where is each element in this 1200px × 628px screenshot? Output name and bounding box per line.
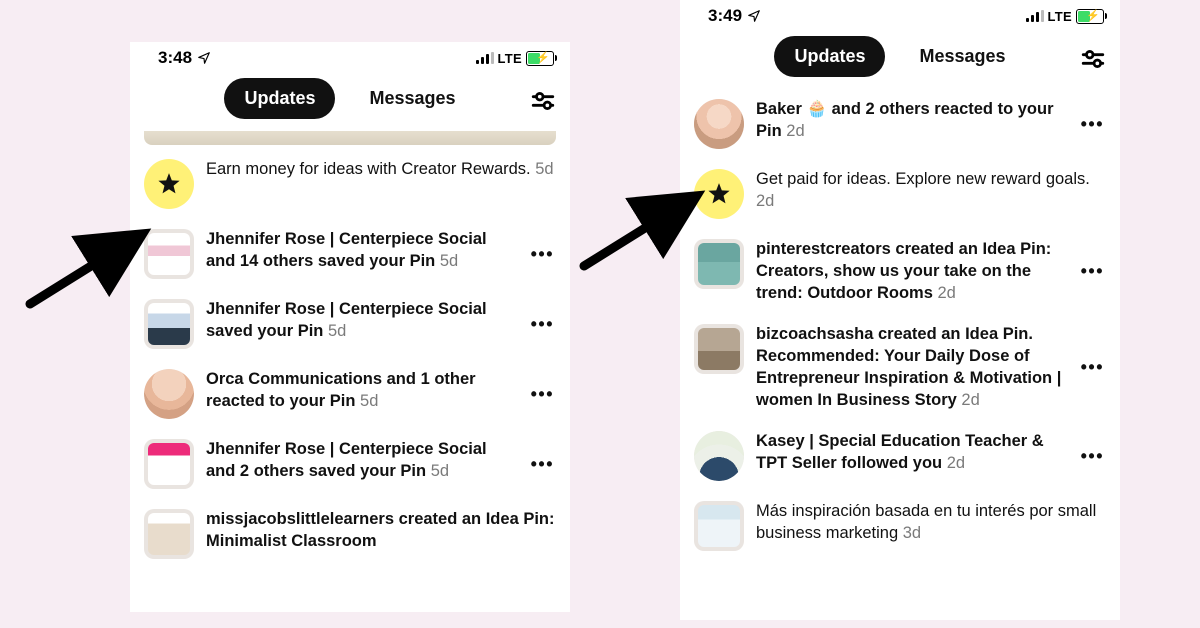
notification-row[interactable]: missjacobslittlelearners created an Idea… xyxy=(130,499,570,569)
filter-icon[interactable] xyxy=(530,88,556,114)
timestamp: 2d xyxy=(786,122,804,140)
notification-list: Baker 🧁 and 2 others reacted to your Pin… xyxy=(680,89,1120,565)
location-icon xyxy=(197,51,211,65)
pin-thumb xyxy=(694,501,744,551)
notification-text: missjacobslittlelearners created an Idea… xyxy=(206,509,556,553)
previous-item-peek xyxy=(144,131,556,145)
notification-text: Baker 🧁 and 2 others reacted to your Pin… xyxy=(756,99,1067,143)
tab-messages[interactable]: Messages xyxy=(349,78,475,119)
clock: 3:48 xyxy=(158,48,192,68)
notification-row[interactable]: Get paid for ideas. Explore new reward g… xyxy=(680,159,1120,229)
star-icon xyxy=(144,159,194,209)
notification-text: bizcoachsasha created an Idea Pin. Recom… xyxy=(756,324,1067,411)
signal-icon xyxy=(476,52,494,64)
notification-row[interactable]: Jhennifer Rose | Centerpiece Social save… xyxy=(130,289,570,359)
notification-row[interactable]: Más inspiración basada en tu interés por… xyxy=(680,491,1120,561)
notification-row[interactable]: Baker 🧁 and 2 others reacted to your Pin… xyxy=(680,89,1120,159)
pin-thumb xyxy=(144,439,194,489)
pin-thumb xyxy=(694,239,744,289)
phone-right: 3:49 LTE ⚡ Updates Messages Baker 🧁 and … xyxy=(680,0,1120,620)
notification-text: Más inspiración basada en tu interés por… xyxy=(756,501,1106,545)
status-bar: 3:49 LTE ⚡ xyxy=(680,0,1120,28)
timestamp: 2d xyxy=(756,192,774,210)
notification-text: Get paid for ideas. Explore new reward g… xyxy=(756,169,1106,213)
timestamp: 5d xyxy=(360,392,378,410)
timestamp: 5d xyxy=(535,160,553,178)
tab-bar: Updates Messages xyxy=(680,28,1120,89)
notification-text: Jhennifer Rose | Centerpiece Social and … xyxy=(206,439,517,483)
location-icon xyxy=(747,9,761,23)
timestamp: 2d xyxy=(947,454,965,472)
notification-row[interactable]: bizcoachsasha created an Idea Pin. Recom… xyxy=(680,314,1120,421)
filter-icon[interactable] xyxy=(1080,46,1106,72)
notification-text: Jhennifer Rose | Centerpiece Social and … xyxy=(206,229,517,273)
signal-icon xyxy=(1026,10,1044,22)
timestamp: 2d xyxy=(938,284,956,302)
avatar-thumb xyxy=(144,369,194,419)
notification-text: Earn money for ideas with Creator Reward… xyxy=(206,159,556,181)
pin-thumb xyxy=(144,509,194,559)
phone-left: 3:48 LTE ⚡ Updates Messages Earn money f… xyxy=(130,42,570,612)
timestamp: 2d xyxy=(961,391,979,409)
star-icon xyxy=(694,169,744,219)
tab-updates[interactable]: Updates xyxy=(224,78,335,119)
timestamp: 5d xyxy=(431,462,449,480)
more-button[interactable]: ••• xyxy=(1079,114,1106,135)
timestamp: 5d xyxy=(440,252,458,270)
notification-row[interactable]: Jhennifer Rose | Centerpiece Social and … xyxy=(130,219,570,289)
pin-thumb xyxy=(144,229,194,279)
notification-text: Jhennifer Rose | Centerpiece Social save… xyxy=(206,299,517,343)
notification-row[interactable]: Kasey | Special Education Teacher & TPT … xyxy=(680,421,1120,491)
avatar-thumb xyxy=(694,431,744,481)
more-button[interactable]: ••• xyxy=(1079,357,1106,378)
pin-thumb xyxy=(144,299,194,349)
notification-row[interactable]: Jhennifer Rose | Centerpiece Social and … xyxy=(130,429,570,499)
tab-updates[interactable]: Updates xyxy=(774,36,885,77)
timestamp: 3d xyxy=(903,524,921,542)
clock: 3:49 xyxy=(708,6,742,26)
pin-thumb xyxy=(694,324,744,374)
more-button[interactable]: ••• xyxy=(529,314,556,335)
more-button[interactable]: ••• xyxy=(1079,446,1106,467)
notification-row[interactable]: pinterestcreators created an Idea Pin: C… xyxy=(680,229,1120,314)
network-label: LTE xyxy=(1048,9,1073,24)
more-button[interactable]: ••• xyxy=(529,244,556,265)
more-button[interactable]: ••• xyxy=(1079,261,1106,282)
notification-row[interactable]: Earn money for ideas with Creator Reward… xyxy=(130,149,570,219)
notification-text: Kasey | Special Education Teacher & TPT … xyxy=(756,431,1067,475)
status-bar: 3:48 LTE ⚡ xyxy=(130,42,570,70)
tab-messages[interactable]: Messages xyxy=(899,36,1025,77)
battery-icon: ⚡ xyxy=(1076,9,1104,24)
notification-text: pinterestcreators created an Idea Pin: C… xyxy=(756,239,1067,304)
notification-text: Orca Communications and 1 other reacted … xyxy=(206,369,517,413)
notification-list: Earn money for ideas with Creator Reward… xyxy=(130,149,570,573)
avatar-thumb xyxy=(694,99,744,149)
timestamp: 5d xyxy=(328,322,346,340)
tab-bar: Updates Messages xyxy=(130,70,570,131)
battery-icon: ⚡ xyxy=(526,51,554,66)
network-label: LTE xyxy=(498,51,523,66)
more-button[interactable]: ••• xyxy=(529,454,556,475)
more-button[interactable]: ••• xyxy=(529,384,556,405)
notification-row[interactable]: Orca Communications and 1 other reacted … xyxy=(130,359,570,429)
